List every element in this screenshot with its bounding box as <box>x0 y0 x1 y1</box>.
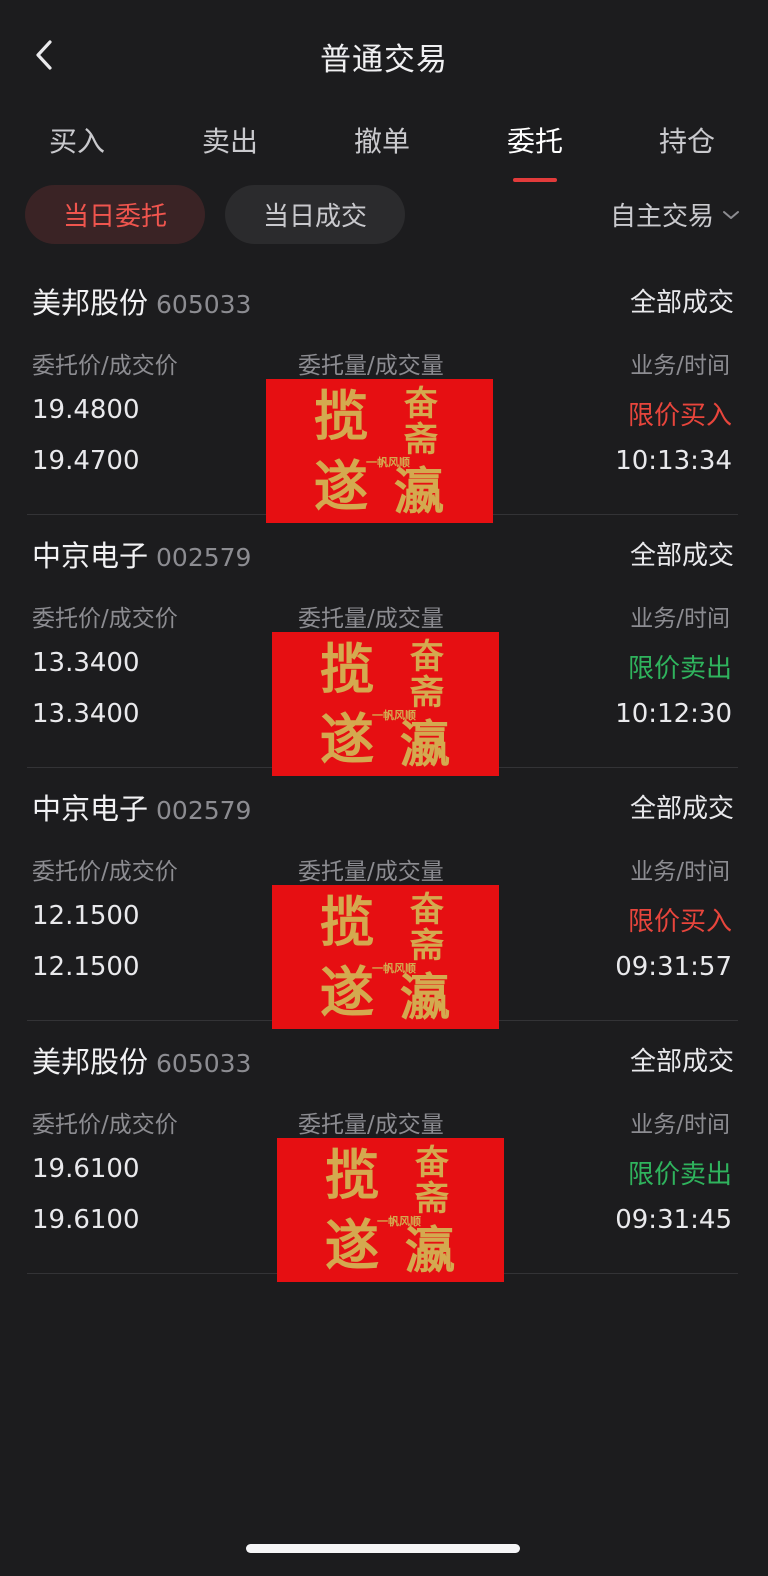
seal-glyph: 奋 <box>410 890 444 930</box>
order-price: 19.6100 <box>32 1154 140 1184</box>
seal-glyph: 斋 <box>404 420 438 460</box>
biz-header: 业务/时间 <box>630 353 730 379</box>
order-row[interactable]: 美邦股份 605033 全部成交 委托价/成交价 委托量/成交量 业务/时间 19… <box>0 1021 768 1282</box>
stock-code: 002579 <box>156 543 252 572</box>
order-time: 10:13:34 <box>615 446 732 476</box>
home-indicator[interactable] <box>246 1544 520 1553</box>
tab-label: 持仓 <box>658 125 715 158</box>
tab-orders[interactable]: 委托 <box>480 120 590 182</box>
trade-mode-label: 自主交易 <box>609 202 714 232</box>
seal-glyph: 揽 <box>320 637 374 701</box>
stock-name: 中京电子 002579 <box>32 786 251 828</box>
red-seal-image: 揽遂奋斋一帆风顺瀛 <box>272 885 499 1029</box>
stock-name: 美邦股份 605033 <box>32 280 251 322</box>
seal-glyph: 瀛 <box>405 1221 455 1280</box>
order-time: 10:12:30 <box>615 699 732 729</box>
seal-glyph: 揽 <box>325 1143 379 1207</box>
stock-name-text: 美邦股份 <box>32 1045 149 1079</box>
tab-label: 委托 <box>506 125 563 158</box>
seal-glyph: 遂 <box>314 454 368 518</box>
chevron-down-icon <box>723 210 739 219</box>
seal-glyph: 遂 <box>320 707 374 771</box>
price-header: 委托价/成交价 <box>32 353 178 379</box>
order-type: 限价卖出 <box>627 1160 732 1190</box>
seal-glyph: 遂 <box>325 1213 379 1277</box>
red-seal-image: 揽遂奋斋一帆风顺瀛 <box>277 1138 504 1282</box>
trade-mode-dropdown[interactable]: 自主交易 <box>610 196 740 233</box>
today-orders-pill[interactable]: 当日委托 <box>25 185 205 244</box>
deal-price: 19.4700 <box>32 446 140 476</box>
biz-header: 业务/时间 <box>630 1112 730 1138</box>
biz-header: 业务/时间 <box>630 859 730 885</box>
seal-glyph: 瀛 <box>394 462 444 521</box>
page-title: 普通交易 <box>320 42 448 78</box>
nav-bar: 普通交易 <box>0 0 768 110</box>
stock-code: 605033 <box>156 1049 252 1078</box>
red-seal-image: 揽遂奋斋一帆风顺瀛 <box>266 379 493 523</box>
seal-glyph: 揽 <box>314 384 368 448</box>
stock-code: 605033 <box>156 290 252 319</box>
stock-name-text: 中京电子 <box>32 539 149 573</box>
tab-buy[interactable]: 买入 <box>22 120 132 182</box>
price-header: 委托价/成交价 <box>32 1112 178 1138</box>
order-row[interactable]: 中京电子 002579 全部成交 委托价/成交价 委托量/成交量 业务/时间 12… <box>0 768 768 1029</box>
filter-bar: 当日委托 当日成交 自主交易 <box>0 184 768 246</box>
active-tab-indicator <box>513 178 557 182</box>
qty-header: 委托量/成交量 <box>298 1112 444 1138</box>
order-row[interactable]: 中京电子 002579 全部成交 委托价/成交价 委托量/成交量 业务/时间 13… <box>0 515 768 776</box>
order-status: 全部成交 <box>629 288 734 318</box>
stock-name-text: 中京电子 <box>32 792 149 826</box>
tab-label: 买入 <box>48 125 105 158</box>
price-header: 委托价/成交价 <box>32 606 178 632</box>
seal-glyph: 斋 <box>410 926 444 966</box>
seal-glyph: 瀛 <box>400 715 450 774</box>
qty-header: 委托量/成交量 <box>298 606 444 632</box>
deal-price: 12.1500 <box>32 952 140 982</box>
today-deals-pill[interactable]: 当日成交 <box>225 185 405 244</box>
order-price: 13.3400 <box>32 648 140 678</box>
order-row[interactable]: 美邦股份 605033 全部成交 委托价/成交价 委托量/成交量 业务/时间 19… <box>0 262 768 523</box>
seal-glyph: 奋 <box>404 384 438 424</box>
deal-price: 19.6100 <box>32 1205 140 1235</box>
seal-glyph: 斋 <box>415 1179 449 1219</box>
red-seal-image: 揽遂奋斋一帆风顺瀛 <box>272 632 499 776</box>
tab-positions[interactable]: 持仓 <box>632 120 742 182</box>
trade-tabs: 买入 卖出 撤单 委托 持仓 <box>0 110 768 182</box>
order-time: 09:31:57 <box>615 952 732 982</box>
order-type: 限价卖出 <box>627 654 732 684</box>
qty-header: 委托量/成交量 <box>298 353 444 379</box>
order-status: 全部成交 <box>629 1047 734 1077</box>
seal-glyph: 斋 <box>410 673 444 713</box>
order-time: 09:31:45 <box>615 1205 732 1235</box>
qty-header: 委托量/成交量 <box>298 859 444 885</box>
seal-glyph: 遂 <box>320 960 374 1024</box>
tab-label: 卖出 <box>201 125 258 158</box>
price-header: 委托价/成交价 <box>32 859 178 885</box>
tab-sell[interactable]: 卖出 <box>175 120 285 182</box>
order-type: 限价买入 <box>627 907 732 937</box>
order-status: 全部成交 <box>629 541 734 571</box>
order-status: 全部成交 <box>629 794 734 824</box>
seal-glyph: 奋 <box>415 1143 449 1183</box>
stock-code: 002579 <box>156 796 252 825</box>
stock-name-text: 美邦股份 <box>32 286 149 320</box>
seal-glyph: 瀛 <box>400 968 450 1027</box>
order-type: 限价买入 <box>627 401 732 431</box>
tab-cancel[interactable]: 撤单 <box>327 120 437 182</box>
stock-name: 美邦股份 605033 <box>32 1039 251 1081</box>
seal-glyph: 奋 <box>410 637 444 677</box>
order-price: 19.4800 <box>32 395 140 425</box>
biz-header: 业务/时间 <box>630 606 730 632</box>
stock-name: 中京电子 002579 <box>32 533 251 575</box>
tab-label: 撤单 <box>353 125 410 158</box>
order-price: 12.1500 <box>32 901 140 931</box>
seal-glyph: 揽 <box>320 890 374 954</box>
deal-price: 13.3400 <box>32 699 140 729</box>
